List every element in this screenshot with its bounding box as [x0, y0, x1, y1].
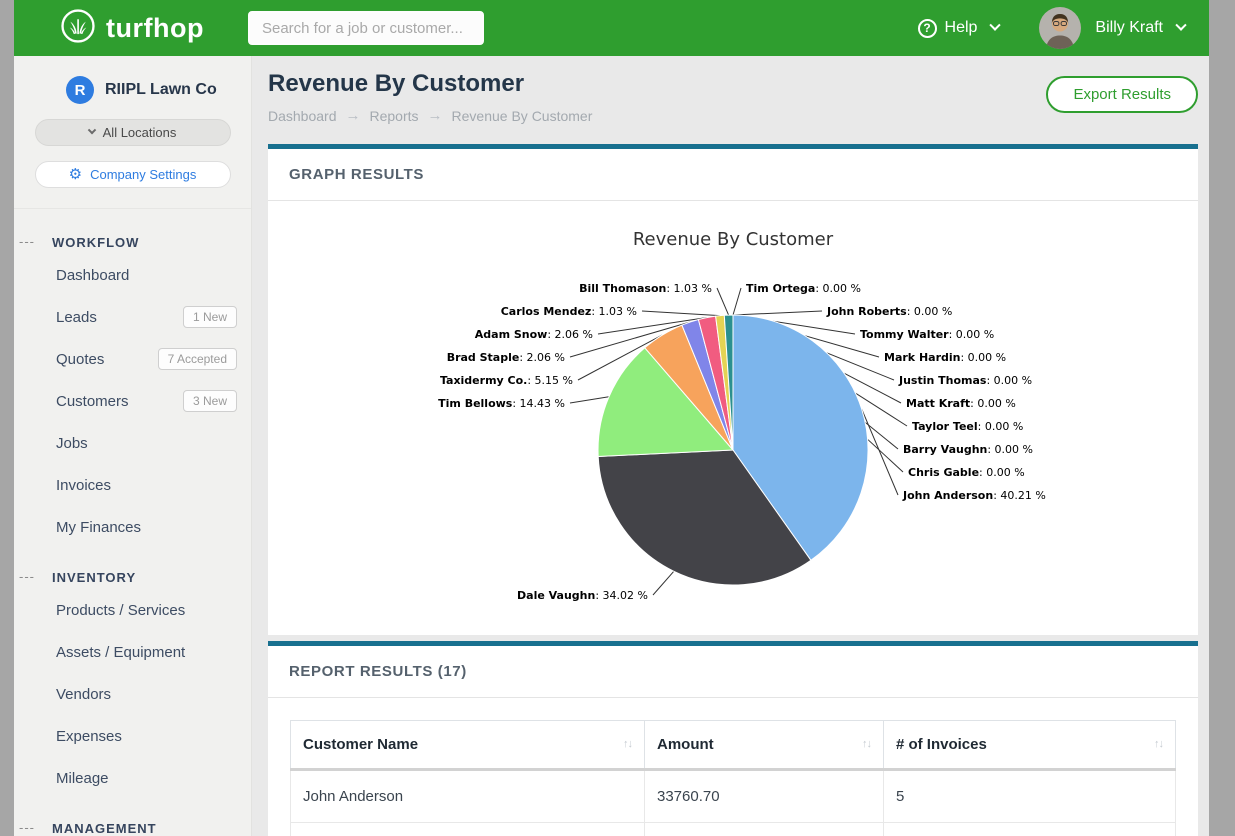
pie-data-label: Mark Hardin: 0.00 % — [884, 351, 1006, 364]
sidebar-section-inventory: INVENTORY — [52, 570, 237, 585]
sidebar-item-customers[interactable]: Customers 3 New — [56, 380, 237, 422]
main-content: Revenue By Customer Dashboard → Reports … — [252, 56, 1209, 836]
graph-panel-title: GRAPH RESULTS — [268, 149, 1198, 201]
logo-wordmark: turfhop — [106, 13, 204, 44]
cell-invoices: 18 — [883, 823, 1175, 836]
company-settings-button[interactable]: ⚙ Company Settings — [35, 161, 231, 188]
breadcrumb-dashboard[interactable]: Dashboard — [268, 108, 337, 124]
pie-label-connector — [570, 397, 609, 403]
user-chevron-down-icon[interactable] — [1175, 20, 1186, 31]
sidebar-item-dashboard[interactable]: Dashboard — [56, 254, 237, 296]
cell-amount: 28507.35 — [645, 823, 884, 836]
top-header: turfhop ? Help Billy Kraft — [14, 0, 1209, 56]
breadcrumb-arrow-icon: → — [428, 107, 443, 124]
user-avatar[interactable] — [1039, 7, 1081, 49]
pie-data-label: Matt Kraft: 0.00 % — [906, 397, 1016, 410]
leads-badge: 1 New — [183, 306, 237, 328]
table-row: Dale Vaughn 28507.35 18 — [291, 823, 1176, 836]
pie-label-connector — [717, 288, 729, 315]
customers-badge: 3 New — [183, 390, 237, 412]
pie-data-label: John Anderson: 40.21 % — [902, 489, 1046, 502]
pie-label-connector — [642, 311, 720, 316]
sort-icon: ↑↓ — [862, 738, 871, 750]
sidebar-item-leads[interactable]: Leads 1 New — [56, 296, 237, 338]
cell-invoices: 5 — [883, 770, 1175, 823]
breadcrumb-current: Revenue By Customer — [452, 108, 593, 124]
pie-data-label: Dale Vaughn: 34.02 % — [517, 589, 648, 602]
cell-amount: 33760.70 — [645, 770, 884, 823]
pie-data-label: Tim Bellows: 14.43 % — [438, 397, 565, 410]
turfhop-logo[interactable]: turfhop — [60, 8, 204, 49]
help-question-icon: ? — [918, 19, 937, 38]
sidebar-item-my-finances[interactable]: My Finances — [56, 506, 237, 548]
sidebar-menu: WORKFLOW Dashboard Leads 1 New Quotes 7 … — [14, 209, 251, 836]
sidebar-item-assets-equipment[interactable]: Assets / Equipment — [56, 631, 237, 673]
chevron-down-icon — [87, 125, 95, 133]
pie-data-label: Justin Thomas: 0.00 % — [898, 374, 1032, 387]
gear-icon: ⚙ — [69, 167, 82, 182]
revenue-pie-chart: Revenue By Customer Bill Thomason: 1.03 %… — [268, 201, 1198, 635]
pie-data-label: Tommy Walter: 0.00 % — [860, 328, 994, 341]
graph-results-panel: GRAPH RESULTS Revenue By Customer Bill Th… — [268, 144, 1198, 635]
help-menu[interactable]: ? Help — [918, 19, 1000, 38]
report-table-wrap: ↑↓ Customer Name ↑↓ Amount ↑↓ # of Invoi… — [268, 698, 1198, 836]
pie-label-connector — [653, 571, 674, 595]
table-row: John Anderson 33760.70 5 — [291, 770, 1176, 823]
user-name[interactable]: Billy Kraft — [1095, 19, 1163, 37]
column-header-customer-name[interactable]: ↑↓ Customer Name — [291, 721, 645, 770]
pie-label-connector — [733, 311, 822, 315]
app-window: turfhop ? Help Billy Kraft — [14, 0, 1209, 836]
company-avatar: R — [66, 76, 94, 104]
breadcrumb-arrow-icon: → — [346, 107, 361, 124]
header-search — [248, 11, 484, 45]
sidebar-section-management: MANAGEMENT — [52, 821, 237, 836]
sidebar-item-vendors[interactable]: Vendors — [56, 673, 237, 715]
sidebar-item-quotes[interactable]: Quotes 7 Accepted — [56, 338, 237, 380]
chart-title: Revenue By Customer — [633, 229, 834, 250]
sidebar: R RIIPL Lawn Co All Locations ⚙ Company … — [14, 56, 252, 836]
export-results-button[interactable]: Export Results — [1046, 76, 1198, 113]
report-results-panel: REPORT RESULTS (17) ↑↓ Customer Name — [268, 641, 1198, 836]
pie-data-label: John Roberts: 0.00 % — [826, 305, 952, 318]
sidebar-item-expenses[interactable]: Expenses — [56, 715, 237, 757]
sort-icon: ↑↓ — [623, 738, 632, 750]
pie-data-label: Taylor Teel: 0.00 % — [912, 420, 1023, 433]
cell-customer-name: John Anderson — [291, 770, 645, 823]
pie-data-label: Barry Vaughn: 0.00 % — [903, 443, 1033, 456]
sidebar-item-jobs[interactable]: Jobs — [56, 422, 237, 464]
pie-data-label: Tim Ortega: 0.00 % — [746, 282, 861, 295]
pie-data-label: Carlos Mendez: 1.03 % — [501, 305, 637, 318]
search-input[interactable] — [248, 11, 484, 45]
column-header-amount[interactable]: ↑↓ Amount — [645, 721, 884, 770]
sidebar-item-products-services[interactable]: Products / Services — [56, 589, 237, 631]
grass-logo-icon — [60, 8, 96, 49]
report-table: ↑↓ Customer Name ↑↓ Amount ↑↓ # of Invoi… — [290, 720, 1176, 836]
column-header-invoices[interactable]: ↑↓ # of Invoices — [883, 721, 1175, 770]
location-selector[interactable]: All Locations — [35, 119, 231, 146]
pie-data-label: Chris Gable: 0.00 % — [908, 466, 1025, 479]
chevron-down-icon — [990, 20, 1001, 31]
sidebar-item-mileage[interactable]: Mileage — [56, 757, 237, 799]
location-selector-label: All Locations — [103, 125, 177, 140]
pie-data-label: Brad Staple: 2.06 % — [447, 351, 565, 364]
help-label: Help — [945, 19, 978, 37]
quotes-badge: 7 Accepted — [158, 348, 237, 370]
table-header-row: ↑↓ Customer Name ↑↓ Amount ↑↓ # of Invoi… — [291, 721, 1176, 770]
sidebar-item-invoices[interactable]: Invoices — [56, 464, 237, 506]
pie-data-label: Taxidermy Co.: 5.15 % — [440, 374, 573, 387]
pie-data-label: Adam Snow: 2.06 % — [475, 328, 593, 341]
company-settings-label: Company Settings — [90, 167, 196, 182]
header-right-group: ? Help Billy Kraft — [918, 7, 1185, 49]
cell-customer-name: Dale Vaughn — [291, 823, 645, 836]
company-name: RIIPL Lawn Co — [105, 81, 217, 99]
company-block: R RIIPL Lawn Co All Locations ⚙ Company … — [14, 56, 251, 209]
sidebar-section-workflow: WORKFLOW — [52, 235, 237, 250]
sort-icon: ↑↓ — [1154, 738, 1163, 750]
pie-label-connector — [733, 288, 741, 315]
pie-data-label: Bill Thomason: 1.03 % — [579, 282, 712, 295]
report-panel-title: REPORT RESULTS (17) — [268, 646, 1198, 698]
breadcrumb-reports[interactable]: Reports — [370, 108, 419, 124]
